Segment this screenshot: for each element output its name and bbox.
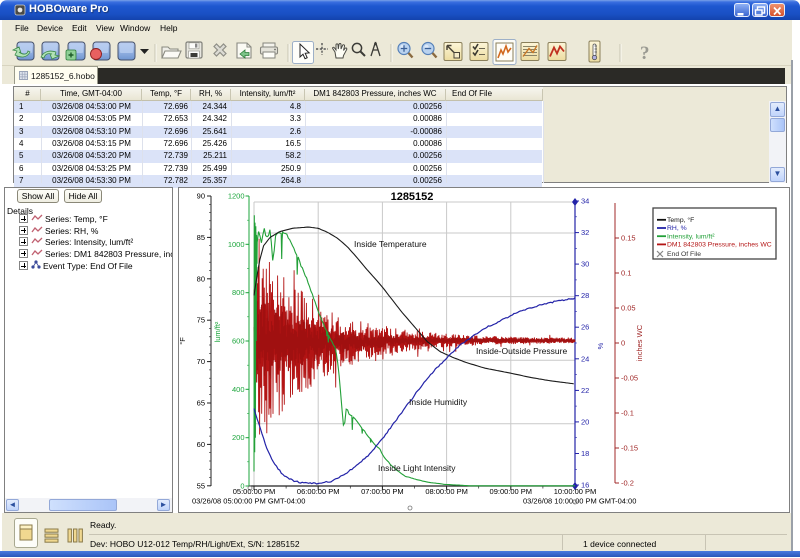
svg-text:-0.1: -0.1 — [621, 409, 634, 418]
svg-text:75: 75 — [197, 316, 205, 325]
svg-text:16: 16 — [581, 481, 589, 490]
svg-text:90: 90 — [197, 192, 205, 201]
svg-text:0.05: 0.05 — [621, 304, 636, 313]
svg-text:55: 55 — [197, 481, 205, 490]
svg-text:Inside Light Intensity: Inside Light Intensity — [378, 463, 456, 473]
svg-text:lum/ft²: lum/ft² — [213, 321, 222, 342]
svg-text:60: 60 — [197, 440, 205, 449]
svg-text:200: 200 — [232, 433, 245, 442]
svg-text:0.1: 0.1 — [621, 269, 631, 278]
svg-text:1285152: 1285152 — [391, 191, 434, 203]
svg-text:70: 70 — [197, 357, 205, 366]
svg-text:Inside Humidity: Inside Humidity — [409, 397, 468, 407]
svg-text:0: 0 — [621, 339, 625, 348]
svg-text:1000: 1000 — [228, 240, 245, 249]
svg-text:RH, %: RH, % — [667, 225, 687, 232]
svg-text:800: 800 — [232, 288, 245, 297]
svg-text:26: 26 — [581, 323, 589, 332]
svg-text:0.15: 0.15 — [621, 234, 636, 243]
svg-text:inches WC: inches WC — [635, 324, 644, 361]
svg-text:Inside-Outside Pressure: Inside-Outside Pressure — [476, 346, 567, 356]
svg-text:-0.15: -0.15 — [621, 444, 638, 453]
svg-text:03/26/08 10:00:00 PM GMT-04:00: 03/26/08 10:00:00 PM GMT-04:00 — [523, 497, 636, 506]
svg-text:65: 65 — [197, 399, 205, 408]
svg-text:?: ? — [640, 43, 650, 64]
svg-text:1200: 1200 — [228, 192, 245, 201]
svg-text:400: 400 — [232, 385, 245, 394]
svg-text:03/26/08 05:00:00 PM GMT-04:00: 03/26/08 05:00:00 PM GMT-04:00 — [192, 497, 305, 506]
svg-text:Inside Temperature: Inside Temperature — [354, 239, 427, 249]
svg-text:80: 80 — [197, 274, 205, 283]
svg-text:600: 600 — [232, 337, 245, 346]
svg-text:24: 24 — [581, 354, 589, 363]
svg-text:18: 18 — [581, 449, 589, 458]
svg-text:°F: °F — [179, 337, 187, 345]
svg-text:28: 28 — [581, 291, 589, 300]
svg-text:85: 85 — [197, 233, 205, 242]
svg-text:20: 20 — [581, 417, 589, 426]
svg-text:30: 30 — [581, 260, 589, 269]
svg-text:22: 22 — [581, 386, 589, 395]
svg-text:DM1 842803 Pressure, inches WC: DM1 842803 Pressure, inches WC — [667, 242, 772, 249]
svg-text:-0.05: -0.05 — [621, 374, 638, 383]
svg-text:Intensity, lum/ft²: Intensity, lum/ft² — [667, 233, 715, 240]
svg-text:Temp, °F: Temp, °F — [667, 216, 694, 224]
svg-text:End Of File: End Of File — [667, 251, 701, 258]
svg-text:32: 32 — [581, 228, 589, 237]
svg-text:34: 34 — [581, 197, 589, 206]
svg-text:-0.2: -0.2 — [621, 479, 634, 488]
svg-text:%: % — [596, 342, 605, 349]
